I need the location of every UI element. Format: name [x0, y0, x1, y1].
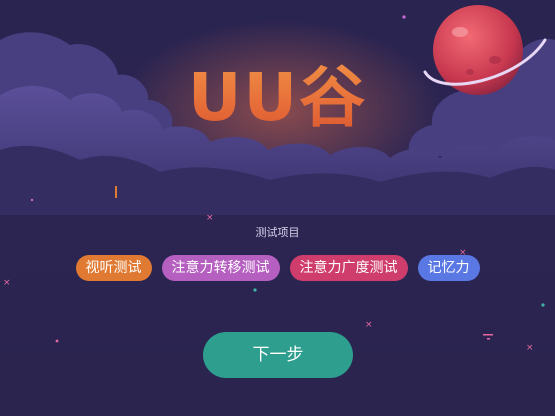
svg-text:×: ×	[526, 343, 534, 353]
test-item-audiovisual[interactable]: 视听测试	[75, 255, 152, 281]
next-button[interactable]: 下一步	[203, 332, 353, 378]
test-item-memory[interactable]: 记忆力	[417, 255, 480, 281]
svg-text:×: ×	[365, 320, 373, 330]
test-items-list: 视听测试 注意力转移测试 注意力广度测试 记忆力	[0, 255, 555, 281]
app-logo: UU谷	[0, 44, 555, 140]
splash-screen: × × × × × UU谷 测试项目 视听测试 注意力转移测试 注意力广度测试 …	[0, 0, 555, 416]
svg-text:×: ×	[206, 213, 214, 223]
test-item-attention-span[interactable]: 注意力广度测试	[289, 255, 408, 281]
test-item-attention-shift[interactable]: 注意力转移测试	[161, 255, 280, 281]
section-title: 测试项目	[255, 226, 300, 239]
